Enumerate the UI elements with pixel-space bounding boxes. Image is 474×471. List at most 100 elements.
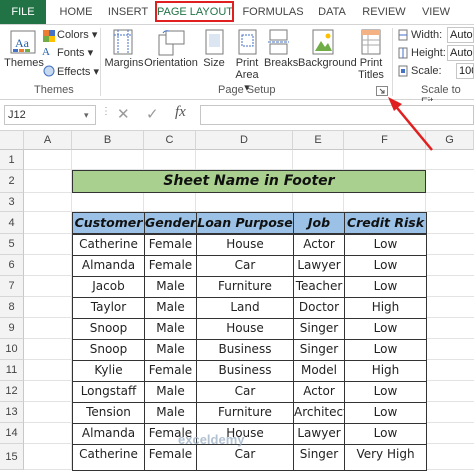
print-titles-button[interactable]: Print Titles xyxy=(355,57,387,81)
row-header-11[interactable]: 11 xyxy=(0,360,24,381)
cell-credit-risk[interactable]: Low xyxy=(344,339,427,361)
row-header-7[interactable]: 7 xyxy=(0,276,24,297)
tab-insert[interactable]: INSERT xyxy=(104,0,152,24)
cell-loan-purpose[interactable]: Land xyxy=(196,297,294,319)
column-header-f[interactable]: F xyxy=(344,131,426,150)
cell-customer[interactable]: Almanda xyxy=(72,255,145,277)
cell-customer[interactable]: Snoop xyxy=(72,318,145,340)
row-header-4[interactable]: 4 xyxy=(0,212,24,234)
cell-customer[interactable]: Longstaff xyxy=(72,381,145,403)
row-header-8[interactable]: 8 xyxy=(0,297,24,318)
print-titles-icon[interactable] xyxy=(360,29,382,60)
cell-gender[interactable]: Male xyxy=(144,381,197,403)
row-header-6[interactable]: 6 xyxy=(0,255,24,276)
cell-job[interactable]: Lawyer xyxy=(293,423,345,445)
column-header-d[interactable]: D xyxy=(196,131,293,150)
colors-button[interactable]: Colors ▾ xyxy=(57,28,97,41)
cell-credit-risk[interactable]: Low xyxy=(344,255,427,277)
height-select[interactable]: Autom xyxy=(447,45,474,61)
tab-home[interactable]: HOME xyxy=(56,0,96,24)
row-header-2[interactable]: 2 xyxy=(0,170,24,193)
cell-credit-risk[interactable]: Low xyxy=(344,402,427,424)
cell-customer[interactable]: Tension xyxy=(72,402,145,424)
cell-credit-risk[interactable]: Low xyxy=(344,276,427,298)
tab-data[interactable]: DATA xyxy=(312,0,352,24)
row-header-1[interactable]: 1 xyxy=(0,150,24,170)
themes-button-label[interactable]: Themes xyxy=(4,57,44,69)
cell-loan-purpose[interactable]: Car xyxy=(196,255,294,277)
cell-loan-purpose[interactable]: Furniture xyxy=(196,402,294,424)
formula-input[interactable] xyxy=(200,105,474,125)
cell-gender[interactable]: Female xyxy=(144,444,197,471)
insert-function-icon[interactable]: fx xyxy=(175,104,186,121)
cell-job[interactable]: Model xyxy=(293,360,345,382)
cell-gender[interactable]: Male xyxy=(144,339,197,361)
themes-icon[interactable]: Aa xyxy=(9,29,39,60)
cell-loan-purpose[interactable]: Furniture xyxy=(196,276,294,298)
row-header-5[interactable]: 5 xyxy=(0,234,24,255)
header-loan-purpose[interactable]: Loan Purpose xyxy=(196,212,294,234)
margins-button[interactable]: Margins xyxy=(104,57,144,69)
width-select[interactable]: Autom xyxy=(447,27,474,43)
tab-formulas[interactable]: FORMULAS xyxy=(240,0,306,24)
column-header-g[interactable]: G xyxy=(426,131,474,150)
header-job[interactable]: Job xyxy=(293,212,345,234)
cell-loan-purpose[interactable]: Car xyxy=(196,381,294,403)
breaks-button[interactable]: Breaks xyxy=(264,57,298,69)
enter-icon[interactable]: ✓ xyxy=(146,105,159,123)
cell-customer[interactable]: Almanda xyxy=(72,423,145,445)
cell-loan-purpose[interactable]: House xyxy=(196,234,294,256)
column-header-e[interactable]: E xyxy=(293,131,344,150)
name-box-dropdown-icon[interactable]: ▾ xyxy=(84,110,89,121)
tab-review[interactable]: REVIEW xyxy=(360,0,408,24)
cell-job[interactable]: Singer xyxy=(293,339,345,361)
cell-gender[interactable]: Female xyxy=(144,234,197,256)
cell-customer[interactable]: Snoop xyxy=(72,339,145,361)
cancel-icon[interactable]: ✕ xyxy=(117,105,130,123)
cell-credit-risk[interactable]: Low xyxy=(344,381,427,403)
cell-credit-risk[interactable]: High xyxy=(344,360,427,382)
cell-credit-risk[interactable]: High xyxy=(344,297,427,319)
row-header-14[interactable]: 14 xyxy=(0,423,24,444)
column-header-c[interactable]: C xyxy=(144,131,196,150)
orientation-button[interactable]: Orientation xyxy=(144,57,198,69)
cell-job[interactable]: Doctor xyxy=(293,297,345,319)
print-area-icon[interactable] xyxy=(237,29,259,60)
row-header-15[interactable]: 15 xyxy=(0,444,24,470)
margins-icon[interactable] xyxy=(112,29,136,60)
cell-credit-risk[interactable]: Low xyxy=(344,423,427,445)
cell-credit-risk[interactable]: Low xyxy=(344,234,427,256)
cell-gender[interactable]: Male xyxy=(144,318,197,340)
cell-job[interactable]: Actor xyxy=(293,234,345,256)
cell-gender[interactable]: Female xyxy=(144,360,197,382)
name-box[interactable]: J12 xyxy=(4,105,96,125)
breaks-icon[interactable] xyxy=(268,29,290,60)
cell-job[interactable]: Singer xyxy=(293,318,345,340)
fonts-button[interactable]: Fonts ▾ xyxy=(57,46,93,59)
cell-credit-risk[interactable]: Low xyxy=(344,318,427,340)
cell-customer[interactable]: Kylie xyxy=(72,360,145,382)
sheet-title-cell[interactable]: Sheet Name in Footer xyxy=(72,170,426,193)
header-gender[interactable]: Gender xyxy=(144,212,197,234)
background-button[interactable]: Background xyxy=(298,57,357,69)
cell-gender[interactable]: Male xyxy=(144,297,197,319)
scale-input[interactable]: 100 xyxy=(456,63,474,79)
row-header-3[interactable]: 3 xyxy=(0,193,24,212)
effects-button[interactable]: Effects ▾ xyxy=(57,65,99,78)
cell-customer[interactable]: Catherine xyxy=(72,234,145,256)
row-header-13[interactable]: 13 xyxy=(0,402,24,423)
cell-customer[interactable]: Taylor xyxy=(72,297,145,319)
tab-file[interactable]: FILE xyxy=(0,0,46,24)
size-icon[interactable] xyxy=(204,29,226,60)
cell-loan-purpose[interactable]: Car xyxy=(196,444,294,471)
cell-loan-purpose[interactable]: Business xyxy=(196,360,294,382)
page-setup-dialog-launcher-icon[interactable] xyxy=(376,86,388,96)
cell-customer[interactable]: Jacob xyxy=(72,276,145,298)
row-header-10[interactable]: 10 xyxy=(0,339,24,360)
tab-view[interactable]: VIEW xyxy=(416,0,456,24)
cell-job[interactable]: Actor xyxy=(293,381,345,403)
cell-loan-purpose[interactable]: House xyxy=(196,318,294,340)
row-header-12[interactable]: 12 xyxy=(0,381,24,402)
cell-credit-risk[interactable]: Very High xyxy=(344,444,427,471)
background-icon[interactable] xyxy=(311,29,335,60)
